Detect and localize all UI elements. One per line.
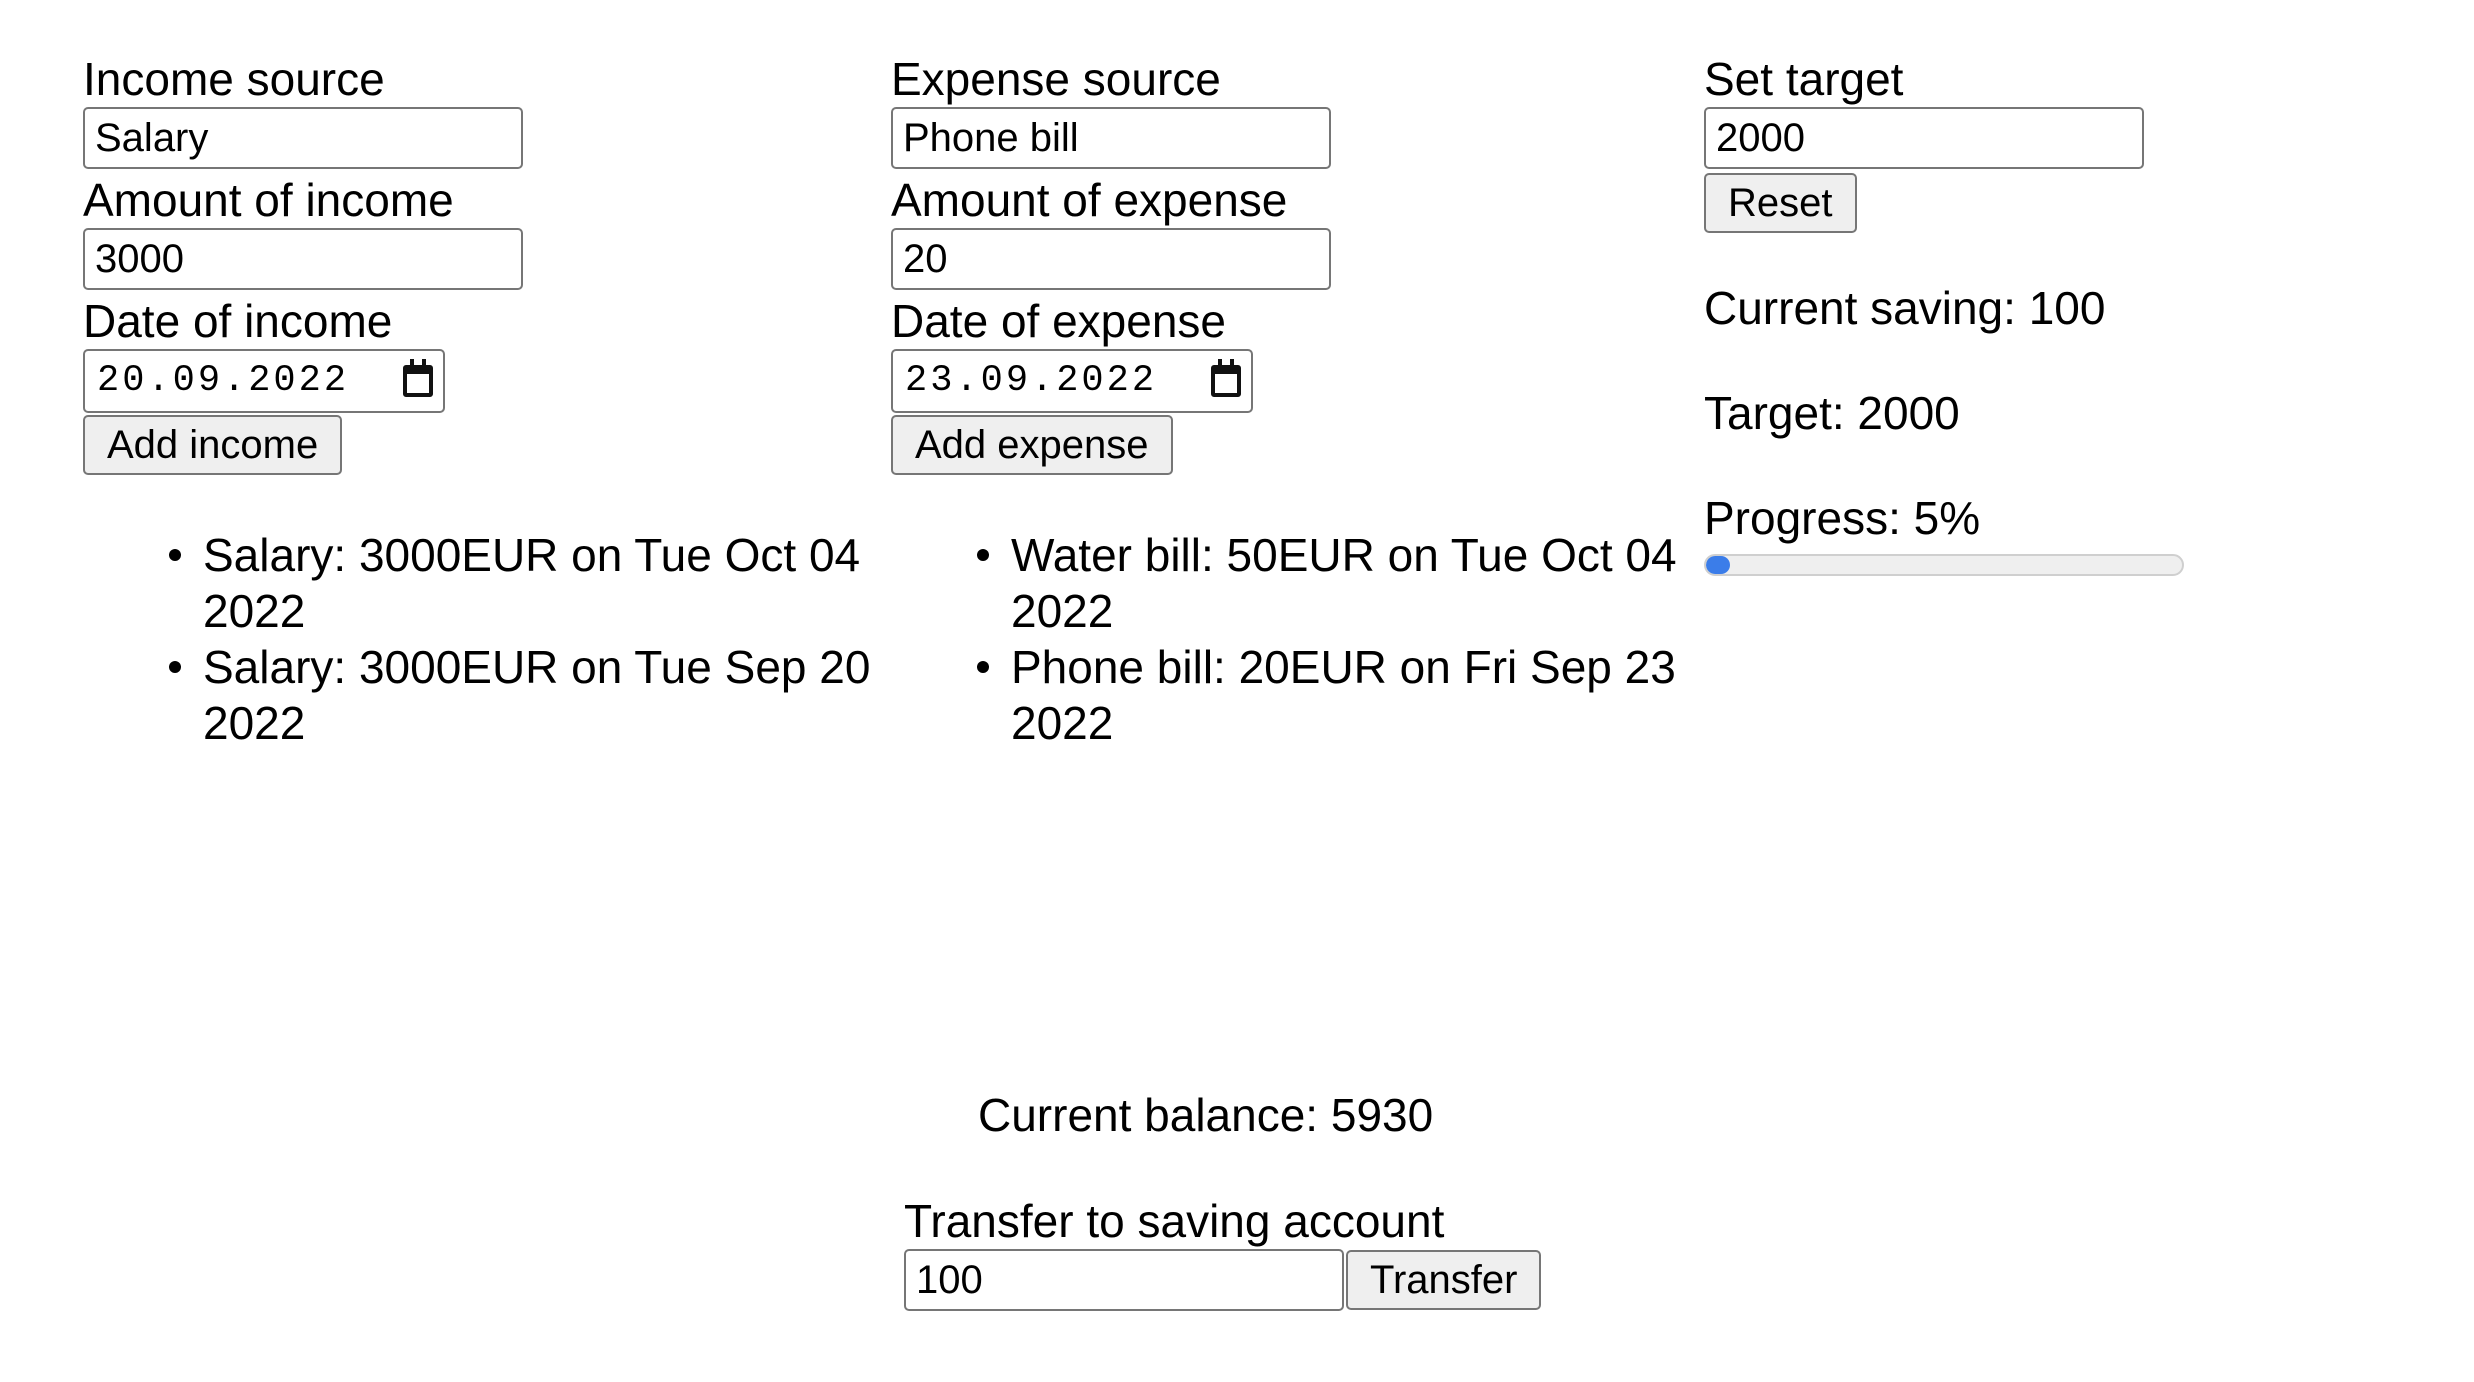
expense-list: Water bill: 50EUR on Tue Oct 04 2022 Pho… <box>891 527 1731 751</box>
income-amount-label: Amount of income <box>83 174 454 226</box>
expense-section: Expense source Amount of expense Date of… <box>891 52 1731 751</box>
income-section: Income source Amount of income Date of i… <box>83 52 883 751</box>
target-section: Set target Reset Current saving: 100 Tar… <box>1704 52 2404 576</box>
expense-date-value: 23.09.2022 <box>905 360 1158 402</box>
expense-source-label: Expense source <box>891 53 1221 105</box>
income-source-input[interactable] <box>83 107 523 169</box>
progress-text: Progress: 5% <box>1704 492 1981 544</box>
current-saving-text: Current saving: 100 <box>1704 282 2106 334</box>
income-source-label: Income source <box>83 53 385 105</box>
income-date-label: Date of income <box>83 295 393 347</box>
income-list-item: Salary: 3000EUR on Tue Oct 04 2022 <box>169 527 923 639</box>
transfer-section: Transfer to saving account Transfer <box>904 1194 1542 1311</box>
income-date-value: 20.09.2022 <box>97 360 350 402</box>
transfer-amount-input[interactable] <box>904 1249 1344 1311</box>
calendar-icon[interactable] <box>403 359 433 397</box>
progress-bar-fill <box>1706 556 1730 574</box>
budget-app: Income source Amount of income Date of i… <box>0 0 2474 1382</box>
target-input[interactable] <box>1704 107 2144 169</box>
add-income-button[interactable]: Add income <box>83 415 343 475</box>
expense-list-item: Water bill: 50EUR on Tue Oct 04 2022 <box>977 527 1751 639</box>
expense-amount-input[interactable] <box>891 228 1331 290</box>
expense-date-label: Date of expense <box>891 295 1227 347</box>
income-list-item: Salary: 3000EUR on Tue Sep 20 2022 <box>169 639 923 751</box>
expense-list-item: Phone bill: 20EUR on Fri Sep 23 2022 <box>977 639 1751 751</box>
transfer-label: Transfer to saving account <box>904 1195 1445 1247</box>
current-balance-text: Current balance: 5930 <box>978 1089 1434 1141</box>
calendar-icon[interactable] <box>1211 359 1241 397</box>
set-target-label: Set target <box>1704 53 1904 105</box>
income-amount-input[interactable] <box>83 228 523 290</box>
expense-date-input[interactable]: 23.09.2022 <box>891 349 1253 413</box>
expense-source-input[interactable] <box>891 107 1331 169</box>
expense-amount-label: Amount of expense <box>891 174 1288 226</box>
income-date-input[interactable]: 20.09.2022 <box>83 349 445 413</box>
income-list: Salary: 3000EUR on Tue Oct 04 2022 Salar… <box>83 527 883 751</box>
progress-bar <box>1704 554 2184 576</box>
transfer-row: Transfer <box>904 1249 1542 1311</box>
reset-button[interactable]: Reset <box>1704 173 1857 233</box>
add-expense-button[interactable]: Add expense <box>891 415 1173 475</box>
transfer-button[interactable]: Transfer <box>1346 1250 1542 1310</box>
target-text: Target: 2000 <box>1704 387 1960 439</box>
